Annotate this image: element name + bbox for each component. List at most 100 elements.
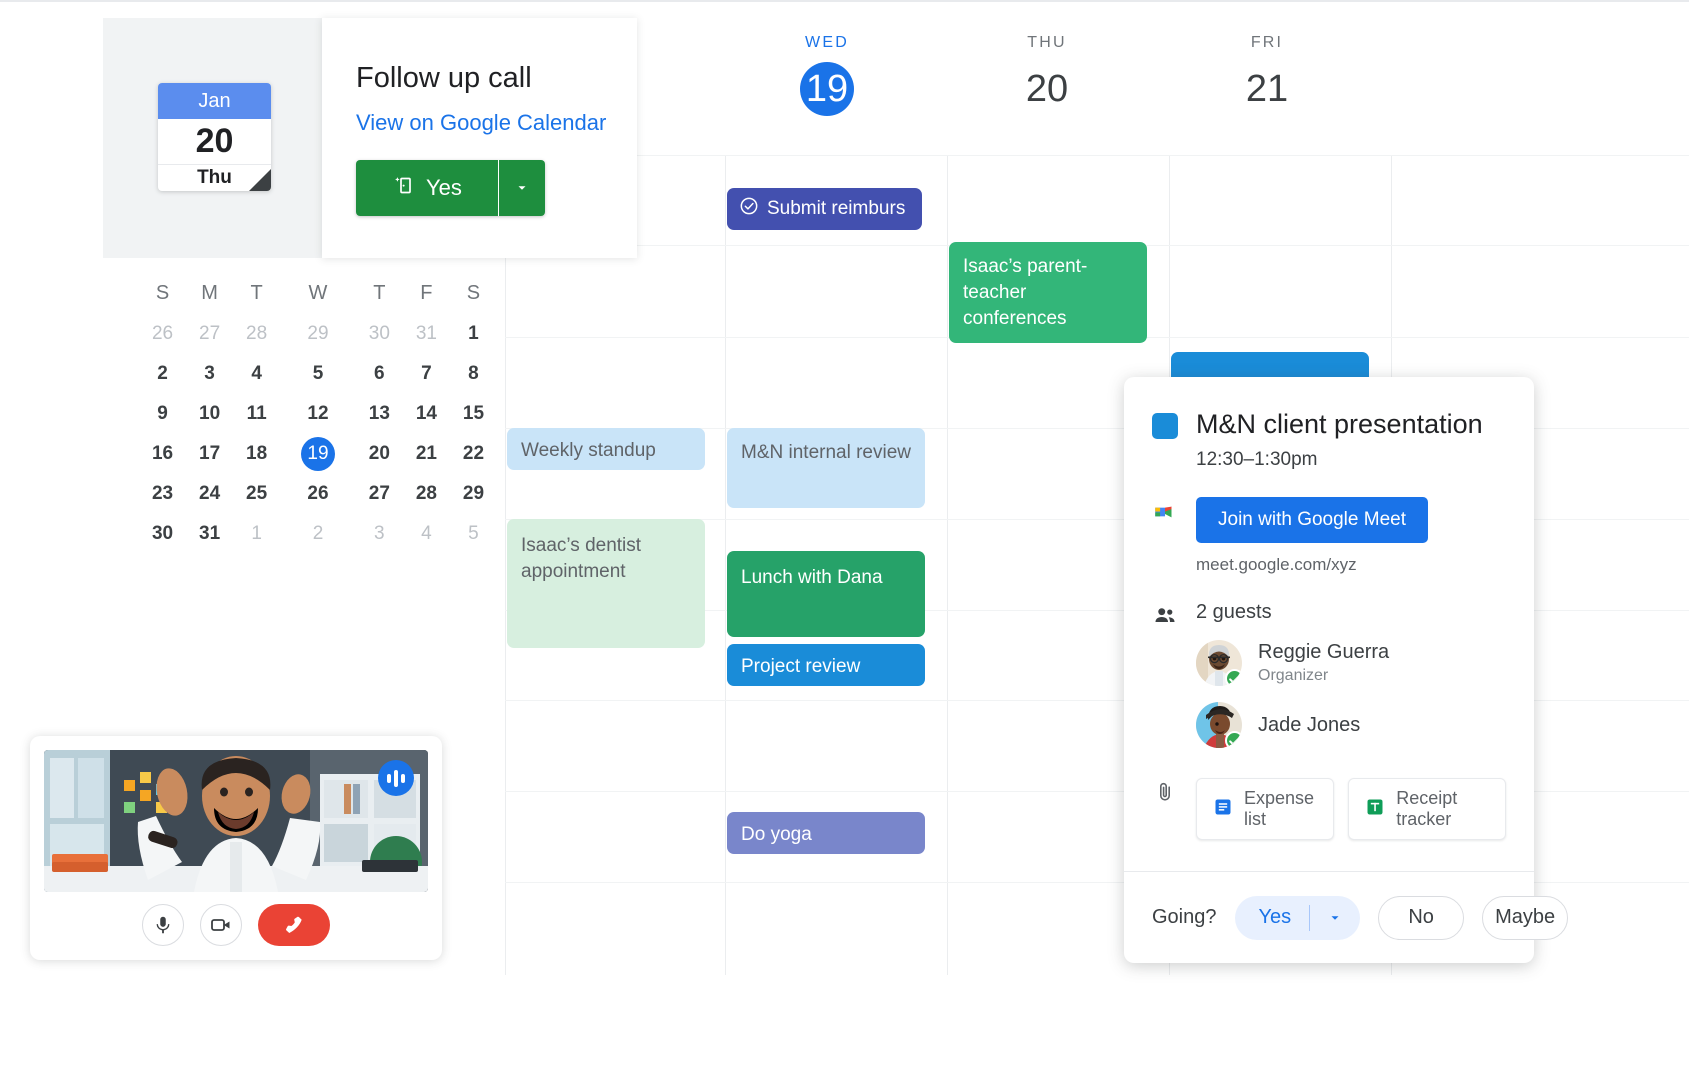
rsvp-maybe-button[interactable]: Maybe	[1482, 895, 1569, 940]
attachment-receipt-tracker[interactable]: Receipt tracker	[1348, 778, 1506, 840]
day-header-dow: WED	[805, 34, 849, 51]
mini-calendar-day[interactable]: 29	[450, 474, 497, 514]
attachment-expense-list[interactable]: Expense list	[1196, 778, 1335, 840]
follow-up-call-card: Jan 20 Thu Follow up call View on Google…	[103, 18, 637, 258]
mini-calendar-day[interactable]: 30	[139, 514, 186, 554]
follow-up-title: Follow up call	[356, 62, 532, 94]
date-month: Jan	[158, 83, 271, 119]
event-do-yoga[interactable]: Do yoga	[727, 812, 925, 854]
mini-calendar-day[interactable]: 17	[186, 434, 233, 474]
mini-calendar-week-row: 23 24 25 26 27 28 29	[139, 474, 497, 514]
mini-calendar-day[interactable]: 14	[403, 394, 450, 434]
mini-calendar-day[interactable]: 23	[139, 474, 186, 514]
mini-calendar-day[interactable]: 11	[233, 394, 280, 434]
google-sheets-icon	[1365, 797, 1385, 822]
day-header-thu[interactable]: THU 20	[937, 34, 1157, 116]
attachment-label: Expense list	[1244, 788, 1315, 829]
day-header-fri[interactable]: FRI 21	[1157, 34, 1377, 116]
mini-calendar-day[interactable]: 29	[280, 314, 356, 354]
rsvp-dropdown-button[interactable]	[498, 160, 545, 216]
follow-up-card-right-panel: Follow up call View on Google Calendar Y…	[322, 18, 637, 258]
mini-calendar-day[interactable]: 26	[139, 314, 186, 354]
mini-calendar-day[interactable]: 12	[280, 394, 356, 434]
microphone-button[interactable]	[142, 904, 184, 946]
mini-calendar-day[interactable]: 28	[233, 314, 280, 354]
mini-calendar-day[interactable]: 7	[403, 354, 450, 394]
mini-calendar-weekday-3: W	[308, 281, 328, 304]
mini-calendar-day[interactable]: 1	[233, 514, 280, 554]
guest-row[interactable]: Reggie Guerra Organizer	[1196, 640, 1506, 686]
guest-name: Reggie Guerra	[1258, 641, 1390, 663]
mini-calendar-day[interactable]: 20	[356, 434, 403, 474]
rsvp-yes-group: Yes	[1234, 895, 1361, 940]
event-isaacs-dentist-appointment[interactable]: Isaac’s dentist appointment	[507, 519, 705, 648]
chevron-down-icon	[1331, 915, 1339, 920]
camera-button[interactable]	[200, 904, 242, 946]
event-weekly-standup[interactable]: Weekly standup	[507, 428, 705, 470]
mini-calendar-day[interactable]: 28	[403, 474, 450, 514]
rsvp-yes-dropdown-button[interactable]	[1310, 911, 1360, 925]
mini-calendar-body: 26 27 28 29 30 31 1 2 3 4 5 6 7 8 9 10 11 12 13 14 15 16 17 18 1…	[139, 314, 497, 554]
video-camera-icon	[211, 919, 230, 931]
mini-calendar-day[interactable]: 30	[356, 314, 403, 354]
mini-calendar-day[interactable]: 5	[450, 514, 497, 554]
mini-calendar-day[interactable]: 16	[139, 434, 186, 474]
mini-calendar-day[interactable]: 8	[450, 354, 497, 394]
mini-calendar-day[interactable]: 2	[139, 354, 186, 394]
mini-calendar-day[interactable]: 26	[280, 474, 356, 514]
rsvp-prompt: Going?	[1152, 906, 1217, 928]
mini-calendar-day[interactable]: 24	[186, 474, 233, 514]
rsvp-no-button[interactable]: No	[1378, 895, 1465, 940]
event-mn-internal-review[interactable]: M&N internal review	[727, 428, 925, 508]
mini-calendar-day[interactable]: 4	[233, 354, 280, 394]
rsvp-yes-button[interactable]: Yes	[1235, 906, 1310, 929]
mini-calendar-day[interactable]: 13	[356, 394, 403, 434]
mini-calendar-day[interactable]: 5	[280, 354, 356, 394]
event-detail-time: 12:30–1:30pm	[1196, 449, 1318, 470]
join-with-google-meet-button[interactable]: Join with Google Meet	[1196, 497, 1428, 543]
mini-calendar-day[interactable]: 18	[233, 434, 280, 474]
google-meet-icon	[1152, 497, 1178, 525]
event-title: Weekly standup	[521, 440, 656, 461]
mini-calendar-day[interactable]: 22	[450, 434, 497, 474]
mini-calendar-day[interactable]: 1	[450, 314, 497, 354]
smart-reply-icon	[392, 173, 416, 203]
mini-calendar-day[interactable]: 21	[403, 434, 450, 474]
attachment-icon	[1152, 778, 1178, 804]
event-project-review[interactable]: Project review	[727, 644, 925, 686]
grid-column-line	[505, 155, 506, 975]
mini-calendar-day[interactable]: 27	[186, 314, 233, 354]
event-parent-teacher-conferences[interactable]: Isaac’s parent-teacher conferences	[949, 242, 1147, 343]
guest-role: Organizer	[1258, 667, 1329, 684]
grid-column-line	[947, 155, 948, 975]
people-icon	[1152, 601, 1178, 629]
mini-calendar-day[interactable]: 10	[186, 394, 233, 434]
microphone-icon	[156, 916, 170, 934]
video-participant-thumbnail[interactable]	[44, 750, 428, 892]
mini-calendar-day[interactable]: 15	[450, 394, 497, 434]
day-header-wed[interactable]: WED 19	[717, 34, 937, 116]
mini-calendar-day[interactable]: 6	[356, 354, 403, 394]
mini-calendar-day[interactable]: 3	[186, 354, 233, 394]
event-submit-reimbursement[interactable]: Submit reimburs	[727, 188, 922, 230]
mini-calendar-day[interactable]: 31	[186, 514, 233, 554]
guest-row[interactable]: Jade Jones	[1196, 702, 1506, 748]
view-on-google-calendar-link[interactable]: View on Google Calendar	[356, 110, 606, 136]
mini-calendar-day[interactable]: 2	[280, 514, 356, 554]
mini-calendar-week-row: 9 10 11 12 13 14 15	[139, 394, 497, 434]
event-lunch-with-dana[interactable]: Lunch with Dana	[727, 551, 925, 637]
mini-calendar-day[interactable]: 3	[356, 514, 403, 554]
mini-calendar-day[interactable]: 27	[356, 474, 403, 514]
mini-calendar-week-row: 30 31 1 2 3 4 5	[139, 514, 497, 554]
mini-calendar-day[interactable]: 25	[233, 474, 280, 514]
attachment-label: Receipt tracker	[1396, 788, 1458, 829]
mini-calendar-day[interactable]: 4	[403, 514, 450, 554]
mini-calendar-day[interactable]: 9	[139, 394, 186, 434]
mini-calendar-day[interactable]: 31	[403, 314, 450, 354]
rsvp-yes-split-button: Yes	[356, 160, 545, 216]
mini-calendar-day[interactable]: 19	[280, 434, 356, 474]
guest-name: Jade Jones	[1258, 713, 1361, 736]
event-title: Isaac’s dentist appointment	[521, 535, 642, 582]
rsvp-yes-button[interactable]: Yes	[356, 160, 498, 216]
end-call-button[interactable]	[258, 904, 330, 946]
